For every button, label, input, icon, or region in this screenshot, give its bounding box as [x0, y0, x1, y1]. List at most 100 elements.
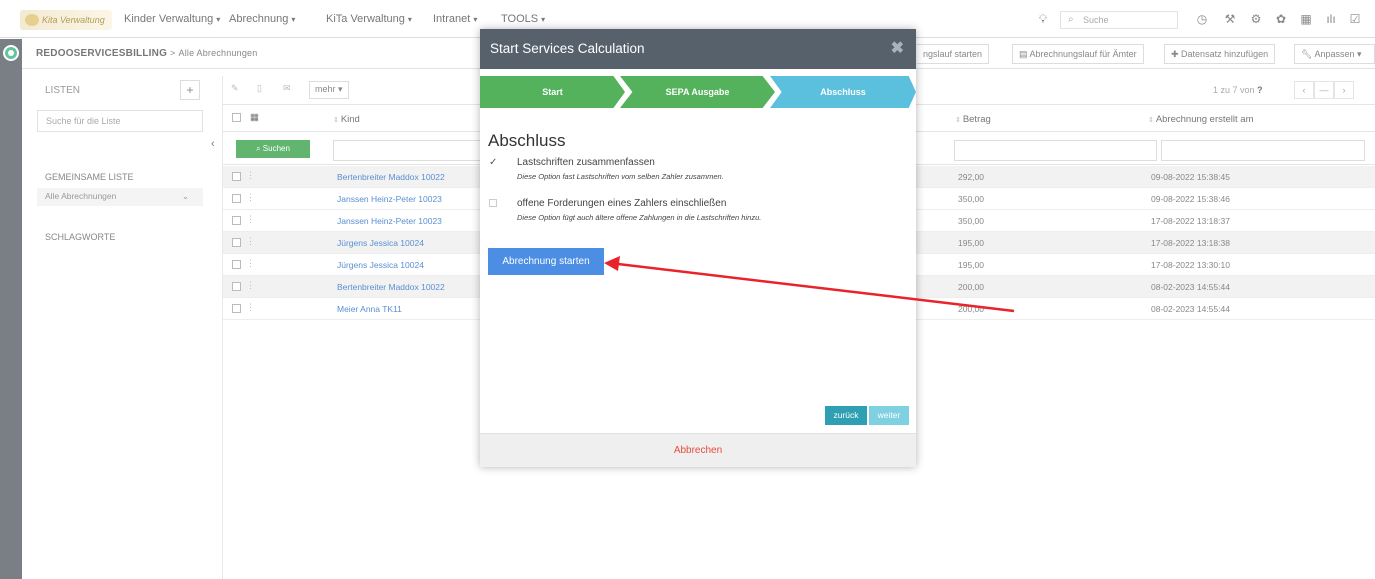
- cell-kind[interactable]: Bertenbreiter Maddox 10022: [337, 172, 445, 182]
- option-include-open-label[interactable]: offene Forderungen eines Zahlers einschl…: [517, 198, 726, 209]
- filter-kind-input[interactable]: [333, 140, 483, 161]
- shared-list-label: GEMEINSAME LISTE: [45, 172, 134, 182]
- row-menu-icon[interactable]: ⋮: [246, 236, 255, 247]
- app-logo[interactable]: Kita Verwaltung: [20, 10, 112, 30]
- step-abschluss[interactable]: Abschluss: [770, 76, 916, 108]
- start-billing-button[interactable]: Abrechnung starten: [488, 248, 604, 275]
- nav-kita-verwaltung[interactable]: KiTa Verwaltung ▾: [326, 13, 412, 25]
- next-page-button[interactable]: ›: [1334, 81, 1354, 99]
- button-label: Anpassen: [1314, 49, 1355, 59]
- breadcrumb-separator: >: [170, 48, 176, 58]
- comment-icon[interactable]: ✉: [283, 83, 291, 94]
- settings-icon[interactable]: ✿: [1273, 11, 1289, 27]
- column-header-created[interactable]: Abrechnung erstellt am: [1148, 114, 1254, 125]
- row-checkbox[interactable]: [232, 260, 241, 269]
- cell-kind[interactable]: Bertenbreiter Maddox 10022: [337, 282, 445, 292]
- caret-down-icon: ▾: [1354, 49, 1362, 59]
- cell-created: 08-02-2023 14:55:44: [1151, 304, 1230, 314]
- global-search-input[interactable]: ⌕ Suche: [1060, 11, 1178, 29]
- tools-icon[interactable]: ⚒: [1222, 11, 1238, 27]
- row-menu-icon[interactable]: ⋮: [246, 280, 255, 291]
- cell-kind[interactable]: Jürgens Jessica 10024: [337, 260, 424, 270]
- start-services-calculation-dialog: Start Services Calculation ✖ Start SEPA …: [480, 29, 916, 467]
- column-config-icon[interactable]: ▦: [250, 112, 259, 123]
- cell-kind[interactable]: Meier Anna TK11: [337, 304, 402, 314]
- step-sepa-ausgabe[interactable]: SEPA Ausgabe: [620, 76, 775, 108]
- caret-down-icon: ▾: [407, 15, 412, 24]
- pager-text: 1 zu 7 von: [1213, 85, 1255, 95]
- clock-icon[interactable]: ◷: [1194, 11, 1210, 27]
- collapse-sidebar-icon[interactable]: ‹: [211, 138, 215, 150]
- page-jump-button[interactable]: —: [1314, 81, 1334, 99]
- bulb-icon[interactable]: 💡︎: [1035, 11, 1051, 27]
- filter-created-input[interactable]: [1161, 140, 1365, 161]
- cell-betrag: 292,00: [958, 172, 984, 182]
- step-start[interactable]: Start: [480, 76, 625, 108]
- delete-icon[interactable]: ▯: [257, 83, 262, 94]
- checkmark-icon[interactable]: ✓: [489, 157, 497, 168]
- row-menu-icon[interactable]: ⋮: [246, 302, 255, 313]
- cell-created: 17-08-2022 13:30:10: [1151, 260, 1230, 270]
- row-menu-icon[interactable]: ⋮: [246, 214, 255, 225]
- chevron-down-icon: ⌄: [181, 191, 189, 201]
- chart-icon[interactable]: ılı: [1323, 11, 1339, 27]
- cell-created: 08-02-2023 14:55:44: [1151, 282, 1230, 292]
- cell-kind[interactable]: Janssen Heinz-Peter 10023: [337, 216, 442, 226]
- row-checkbox[interactable]: [232, 194, 241, 203]
- row-menu-icon[interactable]: ⋮: [246, 258, 255, 269]
- row-checkbox[interactable]: [232, 304, 241, 313]
- nav-tools[interactable]: TOOLS ▾: [501, 13, 545, 25]
- row-menu-icon[interactable]: ⋮: [246, 170, 255, 181]
- app-menu-icon[interactable]: [3, 45, 19, 61]
- row-checkbox[interactable]: [232, 172, 241, 181]
- checklist-icon[interactable]: ☑: [1347, 11, 1363, 27]
- select-all-checkbox[interactable]: [232, 113, 241, 122]
- breadcrumb-module[interactable]: REDOOSERVICESBILLING: [36, 48, 167, 59]
- list-search-placeholder: Suche für die Liste: [46, 116, 121, 126]
- search-icon: ⌕: [1068, 14, 1074, 25]
- option-include-open-checkbox[interactable]: [489, 199, 497, 207]
- nav-label: TOOLS: [501, 13, 539, 25]
- billing-run-offices-button[interactable]: ▤ Abrechnungslauf für Ämter: [1012, 44, 1144, 64]
- row-menu-icon[interactable]: ⋮: [246, 192, 255, 203]
- selected-list-value: Alle Abrechnungen: [45, 191, 117, 201]
- cell-created: 17-08-2022 13:18:38: [1151, 238, 1230, 248]
- cell-betrag: 195,00: [958, 238, 984, 248]
- cancel-button[interactable]: Abbrechen: [480, 445, 916, 456]
- customize-button[interactable]: 🔧︎ Anpassen ▾: [1294, 44, 1375, 64]
- back-button[interactable]: zurück: [825, 406, 867, 425]
- table-toolbar: ✎ ▯ ✉ mehr ▾: [223, 76, 523, 104]
- cell-created: 09-08-2022 15:38:46: [1151, 194, 1230, 204]
- search-placeholder: Suche: [1083, 15, 1109, 25]
- add-list-button[interactable]: +: [180, 80, 200, 100]
- gear-icon[interactable]: ⚙: [1248, 11, 1264, 27]
- row-checkbox[interactable]: [232, 216, 241, 225]
- column-header-betrag[interactable]: Betrag: [955, 114, 991, 125]
- row-checkbox[interactable]: [232, 282, 241, 291]
- start-billing-run-button[interactable]: ngslauf starten: [917, 44, 990, 64]
- cell-kind[interactable]: Jürgens Jessica 10024: [337, 238, 424, 248]
- cell-created: 17-08-2022 13:18:37: [1151, 216, 1230, 226]
- breadcrumb: REDOOSERVICESBILLING > Alle Abrechnungen: [36, 48, 257, 59]
- close-icon[interactable]: ✖: [891, 38, 904, 58]
- option-combine-debits-label[interactable]: Lastschriften zusammenfassen: [517, 157, 655, 168]
- row-checkbox[interactable]: [232, 238, 241, 247]
- nav-intranet[interactable]: Intranet ▾: [433, 13, 477, 25]
- edit-icon[interactable]: ✎: [231, 83, 239, 94]
- filter-search-button[interactable]: ⌕ Suchen: [236, 140, 310, 158]
- add-record-button[interactable]: ✚ Datensatz hinzufügen: [1164, 44, 1276, 64]
- previous-page-button[interactable]: ‹: [1294, 81, 1314, 99]
- pager-total[interactable]: ?: [1257, 85, 1263, 95]
- list-search-input[interactable]: Suche für die Liste: [37, 110, 203, 132]
- filter-betrag-input[interactable]: [954, 140, 1157, 161]
- nav-kinder-verwaltung[interactable]: Kinder Verwaltung ▾: [124, 13, 220, 25]
- more-button[interactable]: mehr ▾: [309, 81, 349, 99]
- calendar-icon[interactable]: ▦: [1298, 11, 1314, 27]
- calculator-icon: ▤: [1019, 49, 1030, 59]
- left-rail: [0, 39, 22, 579]
- shared-list-select[interactable]: Alle Abrechnungen ⌄: [37, 188, 203, 206]
- nav-abrechnung[interactable]: Abrechnung ▾: [229, 13, 295, 25]
- next-button[interactable]: weiter: [869, 406, 909, 425]
- column-header-kind[interactable]: Kind: [333, 114, 360, 125]
- cell-kind[interactable]: Janssen Heinz-Peter 10023: [337, 194, 442, 204]
